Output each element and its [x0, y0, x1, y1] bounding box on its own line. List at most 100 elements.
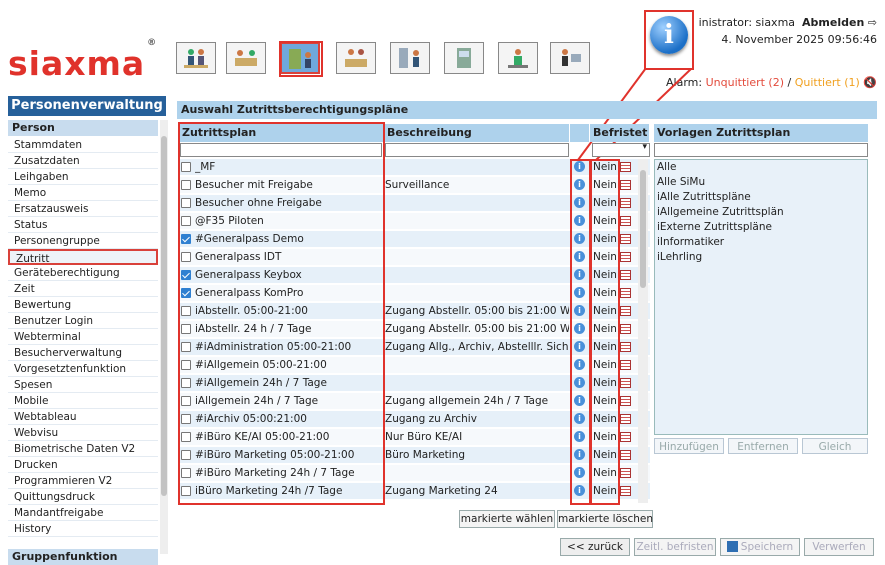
col-header-beschreibung[interactable]: Beschreibung — [384, 124, 570, 142]
persons-group-icon[interactable] — [226, 42, 266, 74]
row-checkbox[interactable] — [181, 162, 191, 172]
info-icon[interactable]: i — [574, 395, 585, 406]
sidebar-scroll-thumb[interactable] — [161, 136, 167, 496]
sidebar-item-bewertung[interactable]: Bewertung — [8, 297, 158, 313]
row-checkbox[interactable] — [181, 306, 191, 316]
row-checkbox[interactable] — [181, 360, 191, 370]
sidebar-item-zusatzdaten[interactable]: Zusatzdaten — [8, 153, 158, 169]
remove-template-button[interactable]: Entfernen — [728, 438, 798, 454]
template-item[interactable]: iAllgemeine Zutrittsplän — [655, 205, 867, 220]
info-icon[interactable]: i — [574, 485, 585, 496]
sidebar-item-geräteberechtigung[interactable]: Geräteberechtigung — [8, 265, 158, 281]
alarm-quittiert-link[interactable]: Quittiert (1) — [795, 76, 860, 89]
calendar-icon[interactable] — [620, 468, 631, 478]
info-icon[interactable]: i — [574, 341, 585, 352]
calendar-icon[interactable] — [620, 216, 631, 226]
info-icon[interactable]: i — [574, 431, 585, 442]
row-checkbox[interactable] — [181, 486, 191, 496]
logout-link[interactable]: Abmelden — [802, 16, 864, 29]
table-row[interactable]: iAbstellr. 05:00-21:00 Zugang Abstellr. 0… — [179, 303, 650, 319]
row-checkbox[interactable] — [181, 252, 191, 262]
sidebar-item-biometrische-daten-v2[interactable]: Biometrische Daten V2 — [8, 441, 158, 457]
sidebar-item-spesen[interactable]: Spesen — [8, 377, 158, 393]
info-icon[interactable]: i — [574, 179, 585, 190]
info-icon[interactable]: i — [574, 287, 585, 298]
info-icon[interactable]: i — [574, 215, 585, 226]
row-checkbox[interactable] — [181, 396, 191, 406]
sidebar-item-zeit[interactable]: Zeit — [8, 281, 158, 297]
template-item[interactable]: iInformatiker — [655, 235, 867, 250]
sidebar-item-mobile[interactable]: Mobile — [8, 393, 158, 409]
calendar-icon[interactable] — [620, 288, 631, 298]
sidebar-item-vorgesetztenfunktion[interactable]: Vorgesetztenfunktion — [8, 361, 158, 377]
calendar-icon[interactable] — [620, 180, 631, 190]
calendar-icon[interactable] — [620, 396, 631, 406]
row-checkbox[interactable] — [181, 432, 191, 442]
sidebar-item-programmieren-v2[interactable]: Programmieren V2 — [8, 473, 158, 489]
template-item[interactable]: iLehrling — [655, 250, 867, 265]
info-icon[interactable]: i — [574, 233, 585, 244]
template-item[interactable]: iAlle Zutrittspläne — [655, 190, 867, 205]
table-row[interactable]: @F35 Piloten i Nein — [179, 213, 650, 229]
template-item[interactable]: Alle — [655, 160, 867, 175]
sidebar-item-webtableau[interactable]: Webtableau — [8, 409, 158, 425]
sidebar-item-benutzer-login[interactable]: Benutzer Login — [8, 313, 158, 329]
table-row[interactable]: #iArchiv 05:00:21:00 Zugang zu Archiv i Nei… — [179, 411, 650, 427]
table-row[interactable]: Besucher ohne Freigabe i Nein — [179, 195, 650, 211]
sidebar-item-status[interactable]: Status — [8, 217, 158, 233]
table-row[interactable]: _MF i Nein — [179, 159, 650, 175]
table-row[interactable]: #Generalpass Demo i Nein — [179, 231, 650, 247]
table-row[interactable]: iAbstellr. 24 h / 7 Tage Zugang Abstellr.… — [179, 321, 650, 337]
add-template-button[interactable]: Hinzufügen — [654, 438, 724, 454]
sidebar-item-quittungsdruck[interactable]: Quittungsdruck — [8, 489, 158, 505]
employee-icon[interactable] — [390, 42, 430, 74]
sidebar-item-leihgaben[interactable]: Leihgaben — [8, 169, 158, 185]
table-scroll-thumb[interactable] — [640, 170, 646, 288]
info-icon[interactable]: i — [574, 359, 585, 370]
info-icon[interactable]: i — [574, 161, 585, 172]
calendar-icon[interactable] — [620, 198, 631, 208]
vorlagen-filter-input[interactable] — [654, 143, 868, 157]
workstation-icon[interactable] — [550, 42, 590, 74]
row-checkbox[interactable] — [181, 180, 191, 190]
table-row[interactable]: Generalpass KomPro i Nein — [179, 285, 650, 301]
info-icon[interactable]: i — [574, 251, 585, 262]
info-icon[interactable]: i — [574, 377, 585, 388]
sidebar-item-stammdaten[interactable]: Stammdaten — [8, 137, 158, 153]
back-button[interactable]: << zurück — [560, 538, 630, 556]
calendar-icon[interactable] — [620, 324, 631, 334]
calendar-icon[interactable] — [620, 234, 631, 244]
sidebar-item-besucherverwaltung[interactable]: Besucherverwaltung — [8, 345, 158, 361]
sidebar-item-ersatzausweis[interactable]: Ersatzausweis — [8, 201, 158, 217]
template-item[interactable]: iExterne Zutrittspläne — [655, 220, 867, 235]
calendar-icon[interactable] — [620, 162, 631, 172]
persons-icon[interactable] — [176, 42, 216, 74]
info-icon[interactable]: i — [574, 467, 585, 478]
col-header-zutrittsplan[interactable]: Zutrittsplan — [179, 124, 384, 142]
cabinet-icon[interactable] — [444, 42, 484, 74]
sidebar-item-zutritt[interactable]: Zutritt — [8, 249, 158, 265]
row-checkbox[interactable] — [181, 234, 191, 244]
row-checkbox[interactable] — [181, 324, 191, 334]
save-button[interactable]: Speichern — [720, 538, 800, 556]
filter-befristet-select[interactable]: ▾ — [592, 142, 650, 157]
calendar-icon[interactable] — [620, 306, 631, 316]
terminal-icon[interactable] — [498, 42, 538, 74]
table-row[interactable]: iBüro Marketing 24h /7 Tage Zugang Market… — [179, 483, 650, 499]
calendar-icon[interactable] — [620, 270, 631, 280]
logout-icon[interactable]: ⇨ — [868, 16, 877, 29]
discard-button[interactable]: Verwerfen — [804, 538, 874, 556]
info-icon[interactable]: i — [574, 323, 585, 334]
row-checkbox[interactable] — [181, 468, 191, 478]
table-row[interactable]: #iBüro Marketing 05:00-21:00 Büro Marketi… — [179, 447, 650, 463]
table-row[interactable]: #iBüro Marketing 24h / 7 Tage i Nein — [179, 465, 650, 481]
row-checkbox[interactable] — [181, 414, 191, 424]
filter-zutrittsplan-input[interactable] — [180, 143, 382, 157]
calendar-icon[interactable] — [620, 360, 631, 370]
table-row[interactable]: #iAdministration 05:00-21:00 Zugang Allg.… — [179, 339, 650, 355]
visitor-desk-icon[interactable] — [336, 42, 376, 74]
row-checkbox[interactable] — [181, 450, 191, 460]
col-header-befristet[interactable]: Befristet — [590, 124, 650, 142]
calendar-icon[interactable] — [620, 252, 631, 262]
filter-beschreibung-input[interactable] — [385, 143, 569, 157]
